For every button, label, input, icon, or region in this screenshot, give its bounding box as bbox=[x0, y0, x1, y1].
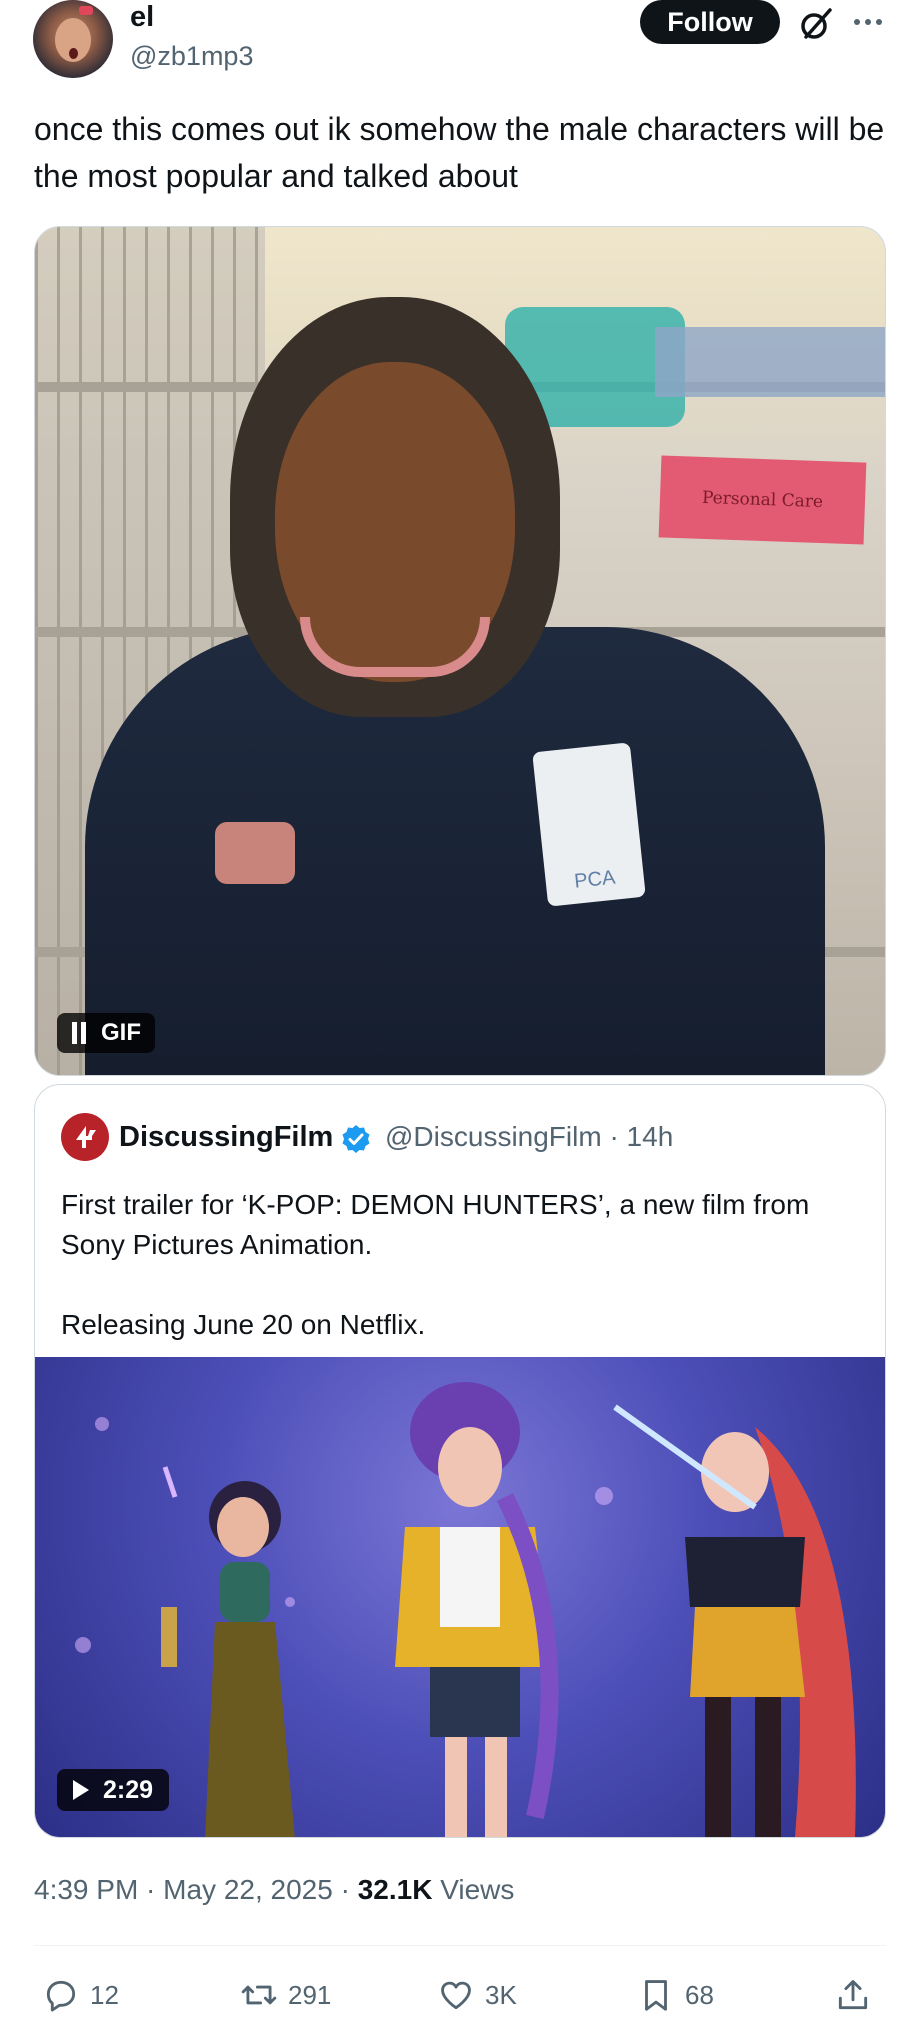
person-mask bbox=[300, 617, 490, 677]
sparkle bbox=[75, 1637, 91, 1653]
views-label: Views bbox=[432, 1874, 515, 1905]
author-handle[interactable]: @zb1mp3 bbox=[130, 40, 253, 72]
discussingfilm-logo-icon bbox=[76, 1126, 96, 1148]
quoted-handle-time: @DiscussingFilm · 14h bbox=[385, 1121, 674, 1152]
repost-button[interactable]: 291 bbox=[240, 1970, 331, 2020]
bookmark-button[interactable]: 68 bbox=[637, 1970, 714, 2020]
character-center bbox=[395, 1382, 559, 1837]
like-count: 3K bbox=[485, 1979, 517, 2010]
author-display-name[interactable]: el bbox=[130, 0, 154, 34]
repost-icon bbox=[241, 1985, 277, 2005]
repost-count: 291 bbox=[288, 1979, 332, 2010]
video-play-control[interactable]: 2:29 bbox=[57, 1769, 170, 1811]
personal-care-sign: Personal Care bbox=[658, 455, 867, 545]
tweet-text: once this comes out ik somehow the male … bbox=[34, 111, 885, 194]
sparkle bbox=[95, 1417, 109, 1431]
timestamp[interactable]: 4:39 PM · May 22, 2025 · bbox=[34, 1874, 358, 1905]
quoted-text-line2: Releasing June 20 on Netflix. bbox=[61, 1309, 426, 1340]
gif-media[interactable]: Personal Care PCA GIF bbox=[34, 226, 886, 1076]
quoted-tweet-text: First trailer for ‘K-POP: DEMON HUNTERS’… bbox=[61, 1185, 861, 1385]
bookmark-icon bbox=[645, 1980, 667, 2011]
reply-button[interactable]: 12 bbox=[42, 1970, 119, 2020]
badge-clip bbox=[215, 822, 295, 884]
gif-pause-control[interactable]: GIF bbox=[57, 1013, 155, 1053]
reply-count: 12 bbox=[90, 1979, 119, 2010]
tweet-meta: 4:39 PM · May 22, 2025 · 32.1K Views bbox=[34, 1870, 514, 1910]
avatar-mouth bbox=[69, 48, 78, 59]
more-options-icon[interactable] bbox=[848, 4, 888, 44]
quoted-video[interactable]: 2:29 bbox=[35, 1357, 885, 1837]
play-icon bbox=[73, 1780, 89, 1800]
id-badge: PCA bbox=[532, 742, 646, 907]
pause-icon bbox=[71, 1022, 87, 1044]
quoted-display-name: DiscussingFilm bbox=[119, 1121, 334, 1153]
action-bar: 12 291 3K 68 bbox=[34, 1970, 886, 2020]
share-button[interactable] bbox=[834, 1970, 872, 2020]
follow-button[interactable]: Follow bbox=[640, 0, 780, 44]
divider bbox=[34, 1945, 886, 1946]
gif-label: GIF bbox=[101, 1019, 141, 1046]
verified-badge-icon bbox=[342, 1125, 370, 1153]
blue-box bbox=[655, 327, 885, 397]
author-avatar[interactable] bbox=[33, 0, 113, 78]
video-duration: 2:29 bbox=[103, 1775, 154, 1804]
character-right bbox=[613, 1404, 856, 1837]
like-button[interactable]: 3K bbox=[437, 1970, 517, 2020]
grok-icon[interactable] bbox=[796, 4, 836, 44]
reply-icon bbox=[46, 1980, 76, 2012]
bookmark-count: 68 bbox=[685, 1979, 714, 2010]
share-icon bbox=[838, 1980, 868, 2010]
quoted-text-line1: First trailer for ‘K-POP: DEMON HUNTERS’… bbox=[61, 1189, 810, 1260]
avatar-bow bbox=[79, 6, 93, 15]
heart-icon bbox=[441, 1981, 471, 2010]
views-count: 32.1K bbox=[357, 1874, 433, 1905]
quoted-tweet-card[interactable]: DiscussingFilm @DiscussingFilm · 14h Fir… bbox=[34, 1084, 886, 1838]
quoted-avatar[interactable] bbox=[61, 1113, 109, 1161]
